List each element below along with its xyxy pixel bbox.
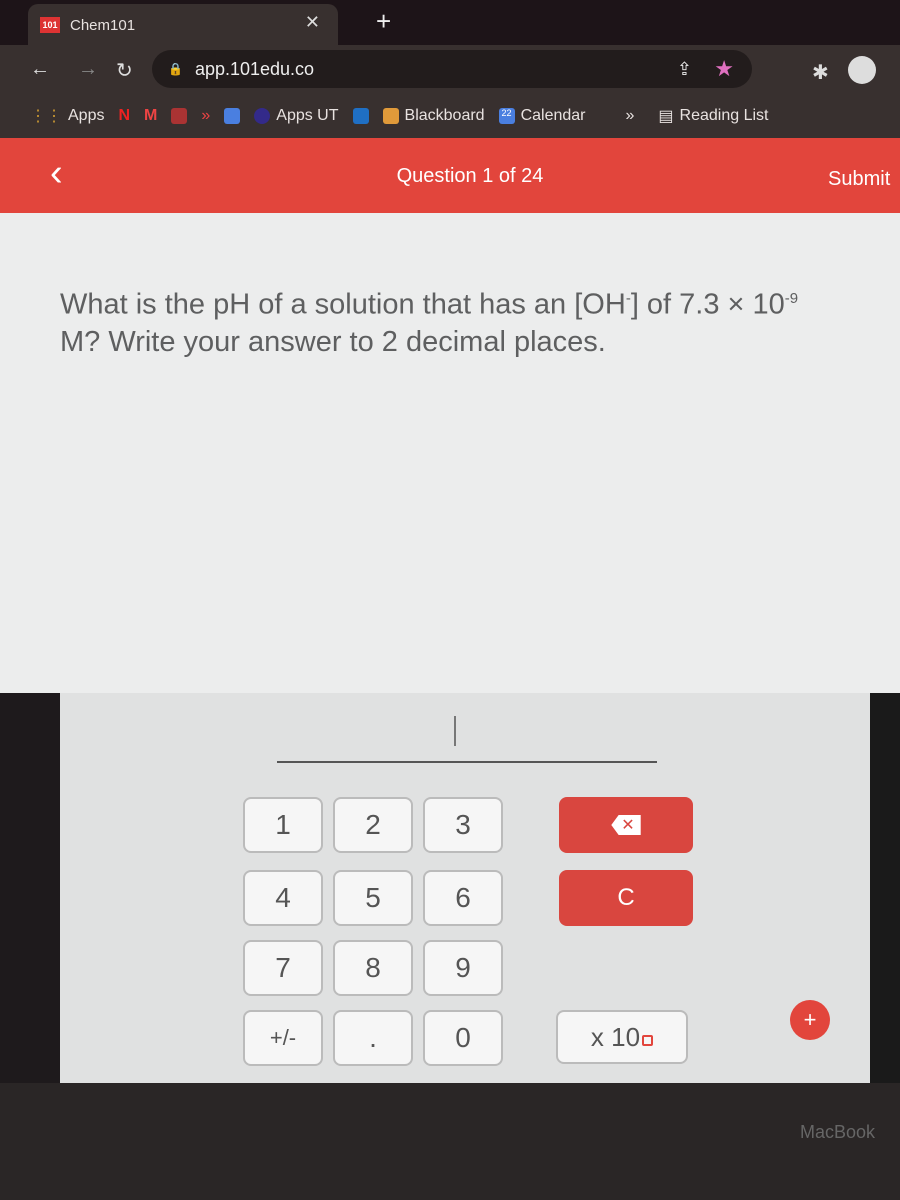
- back-arrow-icon[interactable]: ←: [30, 58, 50, 81]
- bookmark-calendar[interactable]: 22 Calendar: [498, 107, 586, 125]
- reading-list-icon: ▤: [658, 107, 674, 125]
- reload-icon[interactable]: ↻: [116, 58, 133, 83]
- gmail-icon[interactable]: M: [144, 107, 157, 125]
- macbook-label: MacBook: [800, 1122, 876, 1142]
- browser-tab[interactable]: 101 Chem101 ✕: [28, 4, 338, 46]
- bookmarks-bar: ⋮⋮ Apps N M » Apps UT Blackboard 22 Calend…: [0, 93, 900, 138]
- question-part: What is the pH of a solution that has an…: [60, 288, 626, 321]
- bookmark-star-icon[interactable]: ★: [714, 56, 734, 82]
- question-text: What is the pH of a solution that has an…: [60, 280, 880, 361]
- bookmark-apps[interactable]: ⋮⋮ Apps: [30, 106, 104, 126]
- keypad-key[interactable]: 3: [423, 797, 503, 853]
- keypad-key[interactable]: 9: [423, 940, 503, 996]
- share-icon[interactable]: ⇪: [677, 59, 692, 80]
- bookmark-blackboard[interactable]: Blackboard: [382, 107, 485, 125]
- close-tab-icon[interactable]: ✕: [305, 12, 320, 33]
- docs-icon[interactable]: [224, 107, 241, 124]
- backspace-icon: ✕: [611, 815, 641, 835]
- keypad-key[interactable]: 4: [243, 870, 323, 926]
- reading-list[interactable]: ▤ Reading List: [658, 106, 768, 126]
- ut-icon[interactable]: [171, 107, 188, 124]
- keypad-key[interactable]: 5: [333, 870, 413, 926]
- keypad-key[interactable]: 8: [333, 940, 413, 996]
- lock-icon: 🔒: [168, 62, 183, 76]
- tab-title: Chem101: [70, 16, 136, 34]
- laptop-bezel: [0, 1083, 900, 1200]
- pencil-icon: [382, 107, 399, 124]
- add-button[interactable]: +: [790, 1000, 830, 1040]
- screen-edge: [870, 693, 900, 1083]
- address-bar[interactable]: 🔒 app.101edu.co ⇪ ★: [152, 50, 752, 88]
- keypad-key[interactable]: 7: [243, 940, 323, 996]
- question-counter: Question 1 of 24: [396, 165, 544, 187]
- keypad-key[interactable]: 0: [423, 1010, 503, 1066]
- question-part: M? Write your answer to 2 decimal places…: [60, 325, 606, 358]
- outlook-icon[interactable]: [352, 107, 369, 124]
- bookmark-apps-ut[interactable]: Apps UT: [254, 107, 339, 125]
- question-part: ] of 7.3 × 10: [630, 288, 785, 321]
- more-bookmarks-button[interactable]: »: [626, 107, 635, 125]
- text-cursor: [454, 716, 456, 746]
- new-tab-button[interactable]: +: [376, 6, 391, 37]
- profile-avatar[interactable]: [848, 56, 876, 84]
- keypad-key[interactable]: 6: [423, 870, 503, 926]
- answer-input[interactable]: [277, 761, 657, 763]
- netflix-icon[interactable]: N: [118, 107, 130, 125]
- exponent-box-icon: [642, 1034, 654, 1046]
- times-ten-button[interactable]: x 10: [556, 1010, 688, 1064]
- keypad-key[interactable]: +/-: [243, 1010, 323, 1066]
- backspace-button[interactable]: ✕: [559, 797, 693, 853]
- apps-grid-icon: ⋮⋮: [30, 107, 62, 125]
- clear-button[interactable]: C: [559, 870, 693, 926]
- url-text: app.101edu.co: [194, 58, 315, 79]
- forward-arrow-icon[interactable]: →: [78, 58, 98, 81]
- extensions-icon[interactable]: ✱: [812, 60, 829, 85]
- keypad-key[interactable]: 2: [333, 797, 413, 853]
- exponent: -9: [784, 290, 799, 307]
- keypad-key[interactable]: 1: [243, 797, 323, 853]
- calendar-icon: 22: [498, 107, 515, 124]
- apps-ut-icon: [254, 107, 271, 124]
- keypad-key[interactable]: .: [333, 1010, 413, 1066]
- submit-button[interactable]: Submit: [828, 168, 890, 191]
- x10-label: x 10: [590, 1021, 641, 1052]
- chem101-favicon-icon: 101: [40, 17, 60, 33]
- arrow-bookmark-icon[interactable]: »: [201, 107, 210, 125]
